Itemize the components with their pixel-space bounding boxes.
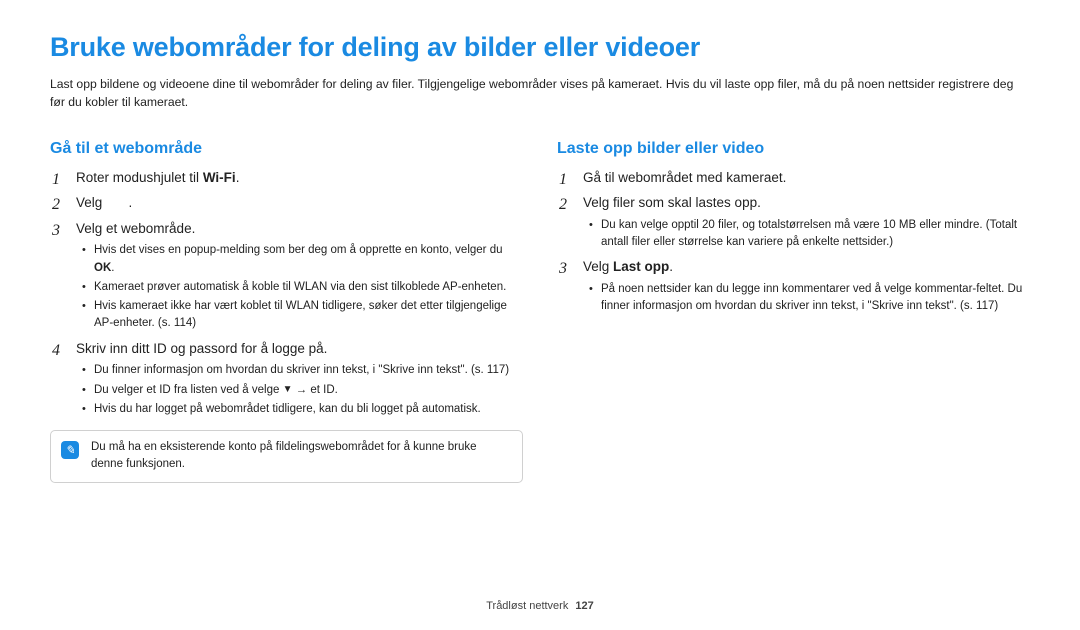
left-step-4-sub1: Du finner informasjon om hvordan du skri…	[80, 362, 523, 379]
left-step-3-sub: Hvis det vises en popup-melding som ber …	[80, 242, 523, 332]
right-step-3-bold: Last opp	[613, 259, 669, 274]
footer-page-number: 127	[575, 600, 593, 612]
left-step-3-text: Velg et webområde.	[76, 221, 195, 236]
left-step-4-sub2: Du velger et ID fra listen ved å velge ▼…	[80, 382, 523, 399]
left-step-4-sub: Du finner informasjon om hvordan du skri…	[80, 362, 523, 418]
left-step-1-suffix: .	[236, 170, 240, 185]
info-box-text: Du må ha en eksisterende konto på fildel…	[91, 439, 510, 474]
left-step-3-sub2: Kameraet prøver automatisk å koble til W…	[80, 279, 523, 296]
right-step-2-text: Velg filer som skal lastes opp.	[583, 195, 761, 210]
right-step-1: Gå til webområdet med kameraet.	[557, 168, 1030, 188]
right-step-3-sub1: På noen nettsider kan du legge inn komme…	[587, 281, 1030, 316]
left-step-4-sub2-b: → et ID.	[292, 384, 337, 396]
left-steps: Roter modushjulet til Wi-Fi. Velg . Velg…	[50, 168, 523, 418]
left-step-3-sub1-bold: OK	[94, 262, 111, 274]
right-step-2: Velg filer som skal lastes opp. Du kan v…	[557, 193, 1030, 251]
info-box: ✎ Du må ha en eksisterende konto på fild…	[50, 430, 523, 483]
triangle-down-icon: ▼	[283, 382, 293, 397]
left-step-3-sub3: Hvis kameraet ikke har vært koblet til W…	[80, 298, 523, 333]
right-step-3-b: .	[669, 259, 673, 274]
left-column: Gå til et webområde Roter modushjulet ti…	[50, 134, 523, 483]
right-step-1-text: Gå til webområdet med kameraet.	[583, 170, 786, 185]
left-step-3-sub1-b: .	[111, 262, 114, 274]
right-step-3: Velg Last opp. På noen nettsider kan du …	[557, 257, 1030, 315]
left-step-2: Velg .	[50, 193, 523, 213]
right-step-2-sub1: Du kan velge opptil 20 filer, og totalst…	[587, 217, 1030, 252]
left-step-3: Velg et webområde. Hvis det vises en pop…	[50, 219, 523, 333]
left-step-2-blank	[106, 195, 129, 210]
right-steps: Gå til webområdet med kameraet. Velg fil…	[557, 168, 1030, 316]
left-step-2-prefix: Velg	[76, 195, 106, 210]
intro-paragraph: Last opp bildene og videoene dine til we…	[50, 75, 1030, 112]
columns: Gå til et webområde Roter modushjulet ti…	[50, 134, 1030, 483]
page-footer: Trådløst nettverk 127	[0, 600, 1080, 612]
left-heading: Gå til et webområde	[50, 140, 523, 158]
right-column: Laste opp bilder eller video Gå til webo…	[557, 134, 1030, 483]
right-step-3-sub: På noen nettsider kan du legge inn komme…	[587, 281, 1030, 316]
left-step-1-prefix: Roter modushjulet til	[76, 170, 203, 185]
page-title: Bruke webområder for deling av bilder el…	[50, 32, 1030, 63]
info-icon: ✎	[61, 441, 79, 459]
left-step-4-sub2-a: Du velger et ID fra listen ved å velge	[94, 384, 283, 396]
page: Bruke webområder for deling av bilder el…	[0, 0, 1080, 630]
left-step-1: Roter modushjulet til Wi-Fi.	[50, 168, 523, 188]
left-step-4: Skriv inn ditt ID og passord for å logge…	[50, 339, 523, 418]
left-step-4-sub3: Hvis du har logget på webområdet tidlige…	[80, 401, 523, 418]
right-step-3-a: Velg	[583, 259, 613, 274]
right-step-2-sub: Du kan velge opptil 20 filer, og totalst…	[587, 217, 1030, 252]
footer-section: Trådløst nettverk	[486, 600, 568, 612]
left-step-3-sub1: Hvis det vises en popup-melding som ber …	[80, 242, 523, 277]
left-step-4-text: Skriv inn ditt ID og passord for å logge…	[76, 341, 327, 356]
wifi-icon: Wi-Fi	[203, 170, 236, 185]
left-step-3-sub1-a: Hvis det vises en popup-melding som ber …	[94, 244, 503, 256]
right-heading: Laste opp bilder eller video	[557, 140, 1030, 158]
left-step-2-suffix: .	[129, 195, 133, 210]
